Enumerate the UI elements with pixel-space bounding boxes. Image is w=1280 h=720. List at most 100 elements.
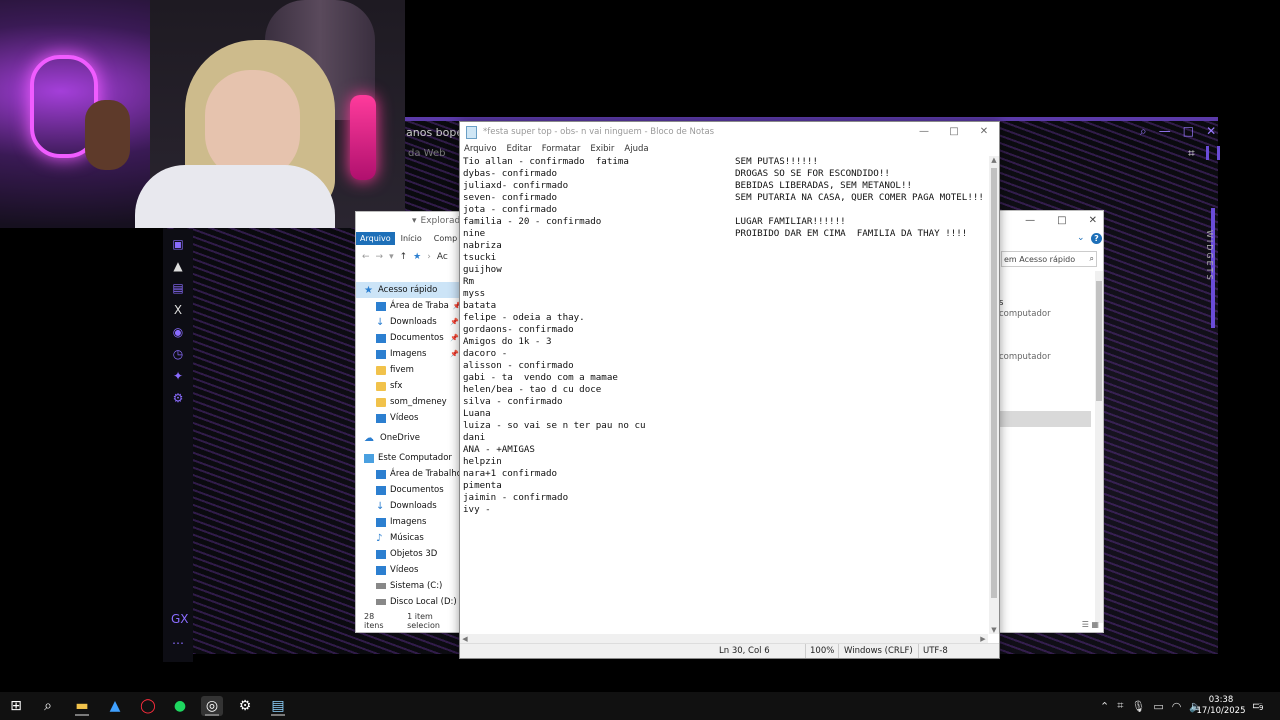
nav-item[interactable]: Área de Trabalho xyxy=(356,466,461,482)
settings-icon[interactable]: ⚙ xyxy=(171,391,185,405)
display-icon[interactable]: ▭ xyxy=(1153,700,1163,713)
spotify-icon[interactable]: ● xyxy=(169,696,191,716)
minimize-button[interactable]: — xyxy=(909,122,939,142)
steelseries-icon[interactable]: ⚙ xyxy=(234,696,256,716)
search-icon[interactable]: ⌕ xyxy=(37,696,59,716)
nav-item[interactable]: ↓ Downloads xyxy=(356,498,461,514)
extensions-icon[interactable]: ✦ xyxy=(171,369,185,383)
explorer-titlebar: ▾ Explorador xyxy=(356,212,466,230)
windows-start-icon[interactable]: ⊞ xyxy=(5,696,27,716)
bookmark-icon[interactable]: ⌗ xyxy=(1188,146,1195,161)
tab-inicio[interactable]: Início xyxy=(395,234,428,243)
view-mode-icons[interactable]: ☰ ▦ xyxy=(1082,620,1099,629)
menu-editar[interactable]: Editar xyxy=(507,144,532,154)
notification-icon[interactable]: ▭ 9 xyxy=(1252,698,1264,712)
back-arrow-icon[interactable]: ← xyxy=(362,252,370,262)
nav-item-label: Músicas xyxy=(390,533,424,543)
file-explorer-window-2[interactable]: — □ ✕ ⌄ ? em Acesso rápido ⌕ s computado… xyxy=(998,210,1104,633)
minimize-icon[interactable]: — xyxy=(1025,215,1035,226)
scroll-thumb[interactable] xyxy=(991,168,997,598)
nav-item[interactable]: som_dmeney xyxy=(356,394,461,410)
nav-item-label: Acesso rápido xyxy=(378,285,438,295)
chevron-down-icon[interactable]: ⌄ xyxy=(1077,233,1085,243)
scrollbar[interactable] xyxy=(1095,271,1103,623)
forward-arrow-icon[interactable]: → xyxy=(376,252,384,262)
nav-item-label: Downloads xyxy=(390,501,437,511)
chevron-up-icon[interactable]: ⌃ xyxy=(1100,700,1109,713)
tab-arquivo[interactable]: Arquivo xyxy=(356,231,395,245)
sidebar-toggle-icon[interactable] xyxy=(1206,146,1220,160)
nav-item[interactable]: Documentos 📌 xyxy=(356,330,461,346)
opera-gx-icon[interactable]: ◯ xyxy=(137,696,159,716)
selected-row[interactable] xyxy=(999,411,1091,427)
text-line: myss xyxy=(463,288,486,299)
dropdown-icon[interactable]: ▾ xyxy=(389,252,394,262)
obs-icon[interactable]: ◎ xyxy=(201,696,223,716)
file-explorer-icon[interactable]: ▬ xyxy=(71,696,93,716)
scroll-up-icon[interactable]: ▲ xyxy=(989,156,999,164)
up-arrow-icon[interactable]: ↑ xyxy=(400,252,408,262)
nav-item[interactable]: ★ Acesso rápido xyxy=(356,282,461,298)
nav-item[interactable]: Imagens 📌 xyxy=(356,346,461,362)
menu-arquivo[interactable]: Arquivo xyxy=(464,144,497,154)
minimize-icon[interactable]: — xyxy=(1159,124,1171,139)
wifi-icon[interactable]: ◠ xyxy=(1172,700,1182,713)
menu-formatar[interactable]: Formatar xyxy=(542,144,581,154)
gx-logo-icon[interactable]: GX xyxy=(171,612,189,626)
explorer-status-bar: 28 itens 1 item selecion xyxy=(364,612,466,630)
nav-item-label: Documentos xyxy=(390,485,444,495)
close-button[interactable]: ✕ xyxy=(969,122,999,142)
maximize-button[interactable]: □ xyxy=(939,122,969,142)
notepad-icon[interactable]: ▤ xyxy=(267,696,289,716)
more-icon[interactable]: ⋯ xyxy=(171,636,185,650)
search-input[interactable]: em Acesso rápido ⌕ xyxy=(1001,251,1097,267)
rules-text: SEM PUTAS!!!!!! DROGAS SO SE FOR ESCONDID… xyxy=(735,156,984,240)
x-twitter-icon[interactable]: X xyxy=(171,303,185,317)
history-icon[interactable]: ◷ xyxy=(171,347,185,361)
nav-item[interactable]: Disco Local (D:) xyxy=(356,594,461,610)
list-item[interactable]: computador xyxy=(999,352,1051,362)
search-icon[interactable]: ⌕ xyxy=(1140,124,1147,139)
nav-item[interactable]: sfx xyxy=(356,378,461,394)
nav-item[interactable]: fivem xyxy=(356,362,461,378)
maximize-icon[interactable]: □ xyxy=(1183,124,1194,139)
player-icon[interactable]: ◉ xyxy=(171,325,185,339)
maximize-icon[interactable]: □ xyxy=(1057,215,1066,226)
microphone-icon[interactable]: 🎙 xyxy=(1131,700,1145,713)
text-line: dacoro - xyxy=(463,348,508,359)
aura-app-icon[interactable]: ▲ xyxy=(104,696,126,716)
nav-item[interactable]: ↓ Downloads 📌 xyxy=(356,314,461,330)
clock[interactable]: 03:38 17/10/2025 xyxy=(1196,695,1246,717)
menu-ajuda[interactable]: Ajuda xyxy=(624,144,648,154)
messenger-icon[interactable]: ▣ xyxy=(171,237,185,251)
nav-item[interactable]: Imagens xyxy=(356,514,461,530)
menu-exibir[interactable]: Exibir xyxy=(590,144,614,154)
widgets-label[interactable]: WIDGETS xyxy=(1198,230,1214,300)
nav-item[interactable]: Objetos 3D xyxy=(356,546,461,562)
text-editor[interactable]: Tio allan - confirmado fatima dybas- conf… xyxy=(462,156,988,634)
nav-item[interactable]: Sistema (C:) xyxy=(356,578,461,594)
aura-icon[interactable]: ▲ xyxy=(171,259,185,273)
nav-item-label: Vídeos xyxy=(390,413,419,423)
list-item[interactable]: computador xyxy=(999,309,1051,319)
nav-item[interactable]: Este Computador xyxy=(356,450,461,466)
help-icon[interactable]: ? xyxy=(1091,233,1102,244)
scroll-down-icon[interactable]: ▼ xyxy=(989,626,999,634)
network-icon[interactable]: ⌗ xyxy=(1117,699,1123,713)
close-icon[interactable]: ✕ xyxy=(1206,124,1216,139)
nav-item[interactable]: Documentos xyxy=(356,482,461,498)
nav-item[interactable]: ♪ Músicas xyxy=(356,530,461,546)
nav-item[interactable]: Vídeos xyxy=(356,562,461,578)
vertical-scrollbar[interactable]: ▲ ▼ xyxy=(989,156,999,634)
notepad-window[interactable]: *festa super top - obs- n vai ninguem - … xyxy=(459,121,1000,659)
file-explorer-window[interactable]: ▾ Explorador Arquivo Início Comp ← → ▾ ↑… xyxy=(355,211,467,633)
breadcrumb[interactable]: Ac xyxy=(437,252,448,262)
search-icon: ⌕ xyxy=(1089,254,1094,263)
nav-item[interactable]: Vídeos xyxy=(356,410,461,426)
close-icon[interactable]: ✕ xyxy=(1089,215,1097,226)
twitch-icon[interactable]: ▤ xyxy=(171,281,185,295)
nav-item[interactable]: ☁ OneDrive xyxy=(356,430,461,446)
nav-item[interactable]: Área de Traba 📌 xyxy=(356,298,461,314)
line-ending: Windows (CRLF) xyxy=(844,646,913,656)
tab-compartilhar[interactable]: Comp xyxy=(428,234,463,243)
